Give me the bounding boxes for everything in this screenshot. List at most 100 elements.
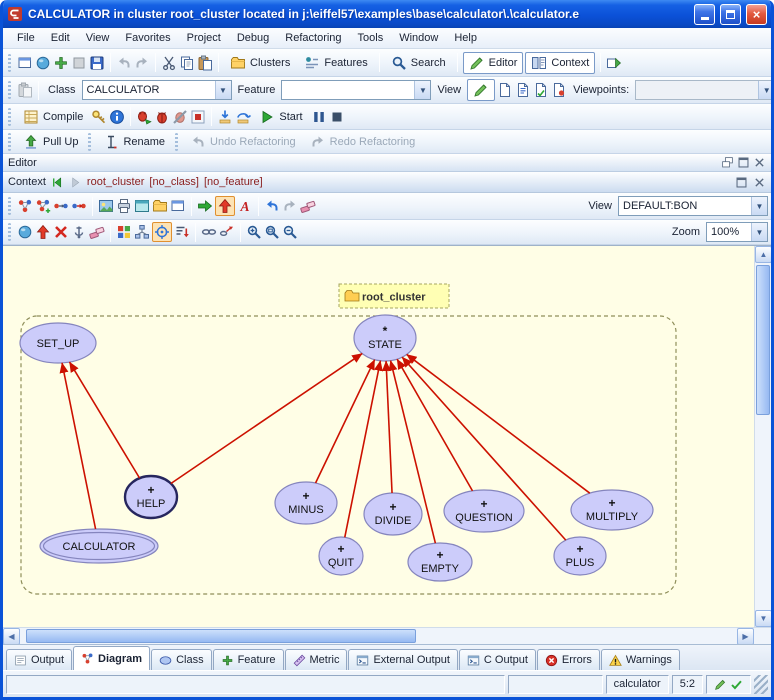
raise-node-icon[interactable] — [35, 224, 51, 240]
tab-errors[interactable]: Errors — [537, 649, 600, 670]
go-to-target-icon[interactable] — [197, 198, 213, 214]
inheritance-edge-calculator-to-set_up[interactable] — [62, 363, 96, 529]
maximize-context-pane-icon[interactable] — [735, 176, 748, 189]
class-node-help[interactable]: +HELP — [125, 476, 177, 518]
project-info-icon[interactable] — [109, 109, 125, 125]
add-item-icon[interactable] — [53, 55, 69, 71]
tree-layout-icon[interactable] — [134, 224, 150, 240]
edit-view-button[interactable] — [467, 79, 495, 101]
tab-c-output[interactable]: C Output — [459, 649, 536, 670]
context-toggle-button[interactable]: Context — [525, 52, 595, 74]
feature-combobox-dropdown-icon[interactable]: ▼ — [414, 81, 430, 99]
scroll-left-icon[interactable]: ◀ — [3, 628, 20, 645]
history-back-icon[interactable] — [51, 176, 64, 189]
toolbar-grip[interactable] — [8, 223, 11, 241]
class-combobox-dropdown-icon[interactable]: ▼ — [215, 81, 231, 99]
diagram-canvas[interactable]: root_clusterSET_UP*STATE+HELPCALCULATOR+… — [3, 246, 754, 627]
feature-combobox[interactable]: ▼ — [281, 80, 431, 100]
zoom-combobox[interactable]: 100% ▼ — [706, 222, 768, 242]
level-up-icon[interactable] — [215, 196, 235, 216]
show-link-arrows-icon[interactable] — [219, 224, 235, 240]
zoom-dropdown-icon[interactable]: ▼ — [751, 223, 767, 241]
class-node-question[interactable]: +QUESTION — [444, 490, 524, 532]
scroll-up-icon[interactable]: ▲ — [755, 246, 772, 263]
class-node-minus[interactable]: +MINUS — [275, 482, 337, 524]
tab-feature[interactable]: Feature — [213, 649, 284, 670]
toolbar-grip[interactable] — [8, 197, 11, 215]
basic-text-view-icon[interactable] — [497, 82, 513, 98]
inheritance-edge-help-to-set_up[interactable] — [70, 362, 140, 478]
diagram-view-icon[interactable] — [134, 198, 150, 214]
toolbar-grip[interactable] — [175, 133, 178, 151]
zoom-out-icon[interactable] — [282, 224, 298, 240]
clickable-view-icon[interactable] — [515, 82, 531, 98]
menu-item-refactoring[interactable]: Refactoring — [277, 30, 349, 46]
open-in-window-icon[interactable] — [170, 198, 186, 214]
client-link-tool-icon[interactable] — [53, 198, 69, 214]
debug-bug-icon[interactable] — [154, 109, 170, 125]
class-node-calculator[interactable]: CALCULATOR — [40, 529, 158, 563]
tab-external-output[interactable]: External Output — [348, 649, 457, 670]
contract-view-icon[interactable] — [551, 82, 567, 98]
menu-item-file[interactable]: File — [9, 30, 43, 46]
paste-icon[interactable] — [197, 55, 213, 71]
print-diagram-icon[interactable] — [116, 198, 132, 214]
zoom-fit-icon[interactable] — [264, 224, 280, 240]
class-node-state[interactable]: *STATE — [354, 315, 416, 361]
horizontal-scroll-thumb[interactable] — [26, 629, 416, 643]
step-over-icon[interactable] — [235, 109, 251, 125]
debug-stop-icon[interactable] — [190, 109, 206, 125]
menu-item-edit[interactable]: Edit — [43, 30, 78, 46]
start-button[interactable]: Start — [253, 106, 308, 128]
tab-warnings[interactable]: Warnings — [601, 649, 680, 670]
pause-icon[interactable] — [311, 109, 327, 125]
tab-output[interactable]: Output — [6, 649, 72, 670]
step-into-icon[interactable] — [217, 109, 233, 125]
menu-item-help[interactable]: Help — [446, 30, 485, 46]
rename-button[interactable]: Rename — [97, 131, 171, 153]
freeze-key-icon[interactable] — [91, 109, 107, 125]
center-on-selection-icon[interactable] — [152, 222, 172, 242]
close-button[interactable]: × — [746, 4, 767, 25]
float-pane-icon[interactable] — [721, 156, 734, 169]
toolbar-grip[interactable] — [8, 108, 11, 126]
search-button[interactable]: Search — [385, 52, 452, 74]
debug-run-icon[interactable] — [136, 109, 152, 125]
export-image-icon[interactable] — [98, 198, 114, 214]
zoom-in-icon[interactable] — [246, 224, 262, 240]
eraser-tool-icon[interactable] — [89, 224, 105, 240]
tab-metric[interactable]: Metric — [285, 649, 348, 670]
class-node-empty[interactable]: +EMPTY — [408, 543, 472, 581]
pull-up-button[interactable]: Pull Up — [17, 131, 84, 153]
toolbar-grip[interactable] — [8, 81, 11, 99]
cluster-label[interactable]: root_cluster — [339, 284, 449, 308]
diagram-undo-icon[interactable] — [264, 198, 280, 214]
toolbar-grip[interactable] — [8, 54, 11, 72]
menu-item-view[interactable]: View — [78, 30, 118, 46]
inheritance-link-tool-icon[interactable] — [71, 198, 87, 214]
inheritance-edge-help-to-state[interactable] — [171, 354, 362, 484]
copy-icon[interactable] — [179, 55, 195, 71]
send-to-new-window-icon[interactable] — [606, 55, 622, 71]
open-project-icon[interactable] — [35, 55, 51, 71]
show-links-icon[interactable] — [201, 224, 217, 240]
maximize-button[interactable] — [720, 4, 741, 25]
context-cluster[interactable]: root_cluster — [87, 176, 144, 188]
menu-item-debug[interactable]: Debug — [229, 30, 277, 46]
color-settings-icon[interactable] — [116, 224, 132, 240]
save-icon[interactable] — [89, 55, 105, 71]
erase-icon[interactable] — [300, 198, 316, 214]
new-window-icon[interactable] — [17, 55, 33, 71]
flat-view-icon[interactable] — [533, 82, 549, 98]
scroll-down-icon[interactable]: ▼ — [755, 610, 772, 627]
diagram-view-combobox[interactable]: DEFAULT:BON ▼ — [618, 196, 768, 216]
inheritance-edge-divide-to-state[interactable] — [386, 361, 392, 493]
features-button[interactable]: Features — [298, 52, 373, 74]
inheritance-edge-question-to-state[interactable] — [397, 359, 472, 491]
sort-order-icon[interactable] — [174, 224, 190, 240]
anchor-tool-icon[interactable] — [71, 224, 87, 240]
inheritance-edge-minus-to-state[interactable] — [316, 360, 375, 483]
toolbar-grip[interactable] — [88, 133, 91, 151]
class-node-divide[interactable]: +DIVIDE — [364, 493, 422, 535]
vertical-scrollbar[interactable]: ▲ ▼ — [754, 246, 771, 627]
